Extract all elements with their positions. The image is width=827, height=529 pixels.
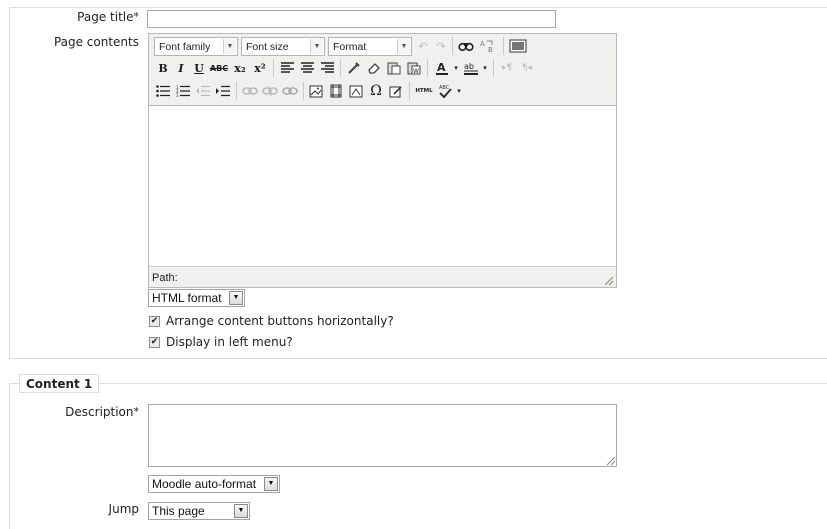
- content1-fieldset-border: [9, 383, 827, 384]
- description-label: Description*: [65, 405, 140, 419]
- chevron-down-icon[interactable]: ▾: [481, 58, 489, 78]
- text-color-icon[interactable]: A: [432, 58, 452, 78]
- svg-text:A: A: [437, 61, 446, 74]
- align-right-icon[interactable]: [318, 58, 336, 78]
- svg-text:3: 3: [176, 93, 179, 97]
- page-contents-label: Page contents: [53, 35, 139, 49]
- chevron-down-icon: ▼: [310, 39, 323, 54]
- anchor-image-icon[interactable]: [347, 81, 365, 101]
- edit-source-icon[interactable]: [387, 81, 405, 101]
- toolbar-separator: [273, 59, 274, 77]
- required-mark: *: [133, 10, 140, 23]
- italic-icon[interactable]: I: [173, 58, 189, 78]
- undo-icon[interactable]: ↶: [415, 36, 431, 56]
- fullscreen-icon[interactable]: [507, 36, 529, 56]
- content1-fieldset-border: [9, 383, 10, 529]
- image-icon[interactable]: [307, 81, 325, 101]
- toolbar-separator: [340, 59, 341, 77]
- strikethrough-icon[interactable]: ABC: [209, 58, 229, 78]
- spellcheck-icon[interactable]: ABC: [435, 81, 455, 101]
- resize-grip-icon[interactable]: [606, 455, 616, 466]
- editor-path-bar: Path:: [149, 266, 616, 287]
- toolbar-separator: [493, 59, 494, 77]
- highlight-color-icon[interactable]: ab: [461, 58, 481, 78]
- link-icon[interactable]: [241, 81, 259, 101]
- chevron-down-icon: ▼: [234, 504, 248, 518]
- text-format-select[interactable]: HTML format ▼: [148, 289, 245, 307]
- underline-icon[interactable]: U: [191, 58, 207, 78]
- svg-text:A: A: [480, 40, 485, 48]
- editor-content-area[interactable]: [149, 106, 616, 266]
- format-select[interactable]: Format ▼: [328, 37, 412, 56]
- chevron-down-icon[interactable]: ▾: [455, 81, 463, 101]
- display-left-menu-label: Display in left menu?: [166, 335, 293, 349]
- toolbar-separator: [409, 82, 410, 100]
- html-source-icon[interactable]: HTML: [413, 81, 435, 101]
- page-title-input[interactable]: [147, 10, 556, 28]
- chevron-down-icon: ▼: [223, 39, 236, 54]
- subscript-icon[interactable]: x₂: [231, 58, 249, 78]
- page-title-label: Page title*: [77, 10, 140, 24]
- chevron-down-icon[interactable]: ▾: [452, 58, 460, 78]
- find-replace-icon[interactable]: AB: [478, 36, 500, 56]
- description-format-select[interactable]: Moodle auto-format ▼: [148, 475, 280, 493]
- svg-text:ABC: ABC: [439, 85, 450, 91]
- display-left-menu-checkbox[interactable]: ✔: [149, 337, 160, 348]
- rtl-icon[interactable]: ¶◂: [518, 58, 536, 78]
- bullet-list-icon[interactable]: [154, 81, 172, 101]
- font-family-select[interactable]: Font family ▼: [154, 37, 238, 56]
- svg-text:W: W: [413, 68, 419, 75]
- chevron-down-icon: ▼: [264, 477, 278, 491]
- unlink-icon[interactable]: [261, 81, 279, 101]
- align-center-icon[interactable]: [298, 58, 316, 78]
- toolbar-separator: [503, 37, 504, 55]
- outdent-icon[interactable]: [194, 81, 212, 101]
- arrange-horizontally-checkbox[interactable]: ✔: [149, 316, 160, 327]
- jump-label: Jump: [108, 502, 139, 516]
- svg-text:ab: ab: [464, 62, 474, 71]
- toolbar-separator: [427, 59, 428, 77]
- paste-word-icon[interactable]: W: [405, 58, 423, 78]
- jump-select[interactable]: This page ▼: [148, 502, 250, 520]
- special-char-icon[interactable]: Ω: [367, 81, 385, 101]
- align-left-icon[interactable]: [278, 58, 296, 78]
- required-mark: *: [133, 405, 140, 418]
- numbered-list-icon[interactable]: 123: [174, 81, 192, 101]
- clean-up-icon[interactable]: [345, 58, 363, 78]
- ltr-icon[interactable]: ▸¶: [498, 58, 516, 78]
- bold-icon[interactable]: B: [155, 58, 171, 78]
- superscript-icon[interactable]: x²: [251, 58, 269, 78]
- chevron-down-icon: ▼: [229, 291, 243, 305]
- find-icon[interactable]: [457, 36, 475, 56]
- svg-text:B: B: [488, 46, 493, 54]
- arrange-horizontally-label: Arrange content buttons horizontally?: [166, 314, 394, 328]
- toolbar-separator: [236, 82, 237, 100]
- indent-icon[interactable]: [214, 81, 232, 101]
- eraser-icon[interactable]: [365, 58, 383, 78]
- chevron-down-icon: ▼: [397, 39, 410, 54]
- content1-legend: Content 1: [19, 374, 100, 393]
- resize-grip-icon[interactable]: [604, 275, 614, 286]
- toolbar-separator: [452, 37, 453, 55]
- toolbar-separator: [303, 82, 304, 100]
- description-textarea[interactable]: [148, 404, 617, 467]
- media-icon[interactable]: [327, 81, 345, 101]
- paste-text-icon[interactable]: [385, 58, 403, 78]
- no-link-icon[interactable]: [281, 81, 299, 101]
- font-size-select[interactable]: Font size ▼: [241, 37, 325, 56]
- redo-icon[interactable]: ↷: [433, 36, 449, 56]
